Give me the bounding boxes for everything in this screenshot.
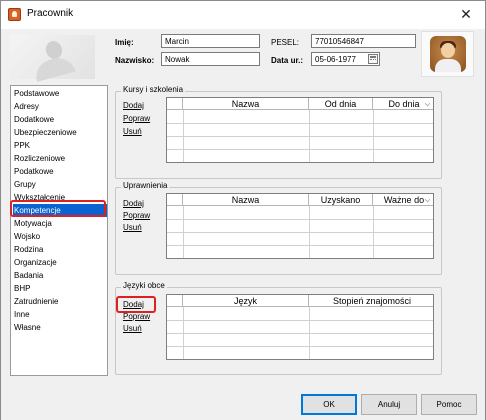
sidebar-item-badania[interactable]: Badania	[13, 269, 107, 282]
pesel-label: PESEL:	[271, 38, 300, 47]
permissions-add-link[interactable]: Dodaj	[123, 199, 144, 208]
sidebar-item-rodzina[interactable]: Rodzina	[13, 243, 107, 256]
sidebar-item-rozliczeniowe[interactable]: Rozliczeniowe	[13, 152, 107, 165]
sidebar-item-ppk[interactable]: PPK	[13, 139, 107, 152]
permissions-title: Uprawnienia	[121, 181, 170, 190]
languages-delete-link[interactable]: Usuń	[123, 324, 142, 333]
first-name-field[interactable]	[161, 34, 260, 48]
window-title: Pracownik	[27, 8, 74, 19]
languages-table-header: Język Stopień znajomości	[167, 295, 433, 307]
courses-table-header: Nazwa Od dnia Do dnia	[167, 98, 433, 110]
permissions-indicator-header	[167, 194, 183, 206]
permissions-col-obtained[interactable]: Uzyskano	[309, 194, 373, 206]
permissions-edit-link[interactable]: Popraw	[123, 211, 150, 220]
birth-date-label: Data ur.:	[271, 56, 304, 65]
grid-divider	[167, 123, 433, 124]
dialog-footer: OK Anuluj Pomoc	[1, 389, 485, 420]
sidebar-item-wyksztalcenie[interactable]: Wykształcenie	[13, 191, 107, 204]
first-name-label: Imię:	[115, 38, 134, 47]
last-name-label: Nazwisko:	[115, 56, 155, 65]
permissions-table-header: Nazwa Uzyskano Ważne do	[167, 194, 433, 206]
ok-button[interactable]: OK	[301, 394, 357, 415]
avatar-face	[441, 43, 455, 58]
sidebar-item-inne[interactable]: Inne	[13, 308, 107, 321]
grid-divider	[167, 219, 433, 220]
permissions-table[interactable]: Nazwa Uzyskano Ważne do	[166, 193, 434, 259]
courses-title: Kursy i szkolenia	[121, 85, 186, 94]
app-person-icon	[8, 8, 21, 21]
sidebar-item-zatrudnienie[interactable]: Zatrudnienie	[13, 295, 107, 308]
languages-col-language[interactable]: Język	[183, 295, 309, 307]
sidebar-item-adresy[interactable]: Adresy	[13, 100, 107, 113]
courses-col-from[interactable]: Od dnia	[309, 98, 373, 110]
courses-edit-link[interactable]: Popraw	[123, 114, 150, 123]
sidebar-item-podstawowe[interactable]: Podstawowe	[13, 87, 107, 100]
title-bar[interactable]: Pracownik ✕	[1, 1, 485, 29]
last-name-field[interactable]	[161, 52, 260, 66]
courses-col-name[interactable]: Nazwa	[183, 98, 309, 110]
grid-divider	[167, 333, 433, 334]
languages-add-link[interactable]: Dodaj	[123, 300, 144, 309]
sidebar-item-kompetencje[interactable]: Kompetencje	[13, 204, 107, 217]
courses-table[interactable]: Nazwa Od dnia Do dnia	[166, 97, 434, 163]
silhouette-body	[32, 54, 76, 82]
grid-divider	[167, 320, 433, 321]
sidebar-item-motywacja[interactable]: Motywacja	[13, 217, 107, 230]
sidebar-item-grupy[interactable]: Grupy	[13, 178, 107, 191]
grid-divider	[167, 149, 433, 150]
calendar-icon[interactable]	[368, 54, 378, 64]
languages-title: Języki obce	[121, 281, 167, 290]
cancel-button[interactable]: Anuluj	[361, 394, 417, 415]
grid-divider	[167, 245, 433, 246]
permissions-col-name[interactable]: Nazwa	[183, 194, 309, 206]
courses-indicator-header	[167, 98, 183, 110]
grid-divider	[167, 346, 433, 347]
photo-placeholder	[10, 35, 95, 82]
sidebar-item-podatkowe[interactable]: Podatkowe	[13, 165, 107, 178]
sidebar-item-wlasne[interactable]: Własne	[13, 321, 107, 334]
category-list[interactable]: Podstawowe Adresy Dodatkowe Ubezpieczeni…	[10, 85, 108, 376]
courses-delete-link[interactable]: Usuń	[123, 127, 142, 136]
help-button[interactable]: Pomoc	[421, 394, 477, 415]
close-button[interactable]: ✕	[453, 3, 479, 25]
languages-indicator-header	[167, 295, 183, 307]
sidebar-item-organizacje[interactable]: Organizacje	[13, 256, 107, 269]
grid-divider	[167, 232, 433, 233]
sidebar-item-ubezpieczeniowe[interactable]: Ubezpieczeniowe	[13, 126, 107, 139]
languages-col-level[interactable]: Stopień znajomości	[309, 295, 433, 307]
sidebar-item-bhp[interactable]: BHP	[13, 282, 107, 295]
pesel-field[interactable]	[311, 34, 416, 48]
sidebar-item-wojsko[interactable]: Wojsko	[13, 230, 107, 243]
employee-window: Pracownik ✕ Imię: Nazwisko: PESEL: Data …	[0, 0, 486, 420]
sidebar-item-dodatkowe[interactable]: Dodatkowe	[13, 113, 107, 126]
languages-table[interactable]: Język Stopień znajomości	[166, 294, 434, 360]
employee-avatar[interactable]	[421, 31, 474, 77]
permissions-delete-link[interactable]: Usuń	[123, 223, 142, 232]
avatar-shirt	[435, 59, 461, 72]
grid-divider	[167, 136, 433, 137]
languages-edit-link[interactable]: Popraw	[123, 312, 150, 321]
courses-add-link[interactable]: Dodaj	[123, 101, 144, 110]
